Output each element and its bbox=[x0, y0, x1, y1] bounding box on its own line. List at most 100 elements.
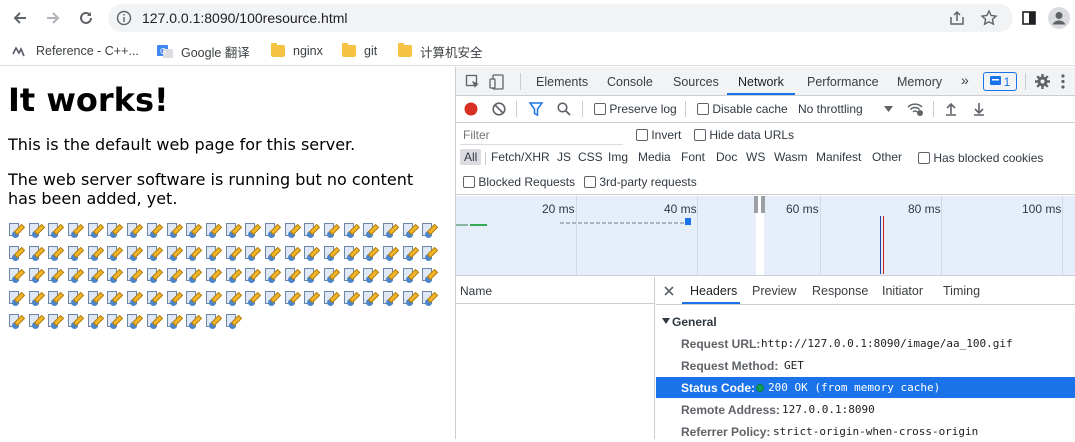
header-row-request-url[interactable]: Request URL: http://127.0.0.1:8090/image… bbox=[656, 333, 1075, 354]
device-toolbar-icon[interactable] bbox=[489, 74, 507, 90]
side-panel-button[interactable] bbox=[1017, 6, 1041, 30]
header-value: 127.0.0.1:8090 bbox=[782, 403, 875, 416]
filter-input[interactable] bbox=[460, 126, 623, 145]
third-party-requests-checkbox[interactable]: 3rd-party requests bbox=[584, 175, 697, 189]
share-icon[interactable] bbox=[948, 9, 966, 27]
page-image-icon bbox=[244, 245, 264, 268]
tab-headers[interactable]: Headers bbox=[690, 284, 737, 298]
export-har-icon[interactable] bbox=[973, 102, 985, 116]
invert-checkbox[interactable]: Invert bbox=[636, 128, 681, 142]
bookmark-google-translate[interactable]: G Google 翻译 bbox=[157, 42, 250, 60]
divider bbox=[582, 101, 583, 117]
profile-button[interactable] bbox=[1047, 6, 1071, 30]
page-paragraph-1: This is the default web page for this se… bbox=[8, 135, 356, 154]
checkbox-box[interactable] bbox=[694, 129, 706, 141]
clear-icon[interactable] bbox=[492, 102, 506, 116]
issues-badge[interactable]: 1 bbox=[983, 72, 1017, 91]
name-column-header[interactable]: Name bbox=[456, 277, 654, 304]
inspect-element-icon[interactable] bbox=[465, 74, 481, 90]
page-image-icon bbox=[205, 245, 225, 268]
header-row-request-method[interactable]: Request Method: GET bbox=[656, 355, 1075, 376]
page-image-icon bbox=[264, 267, 284, 290]
status-green-dot-icon bbox=[756, 384, 764, 392]
bookmark-folder-security[interactable]: 计算机安全 bbox=[398, 42, 483, 60]
bookmark-cpp-reference[interactable]: Reference - C++... bbox=[12, 42, 139, 60]
disable-cache-checkbox[interactable]: Disable cache bbox=[697, 102, 788, 116]
tab-memory[interactable]: Memory bbox=[897, 75, 942, 89]
page-image-icon bbox=[303, 290, 323, 313]
page-image-icon bbox=[185, 267, 205, 290]
filter-type-js[interactable]: JS bbox=[557, 150, 571, 164]
timeline-bar-connect bbox=[456, 224, 468, 226]
tab-elements[interactable]: Elements bbox=[536, 75, 588, 89]
address-bar[interactable]: 127.0.0.1:8090/100resource.html bbox=[108, 4, 1013, 32]
forward-button[interactable] bbox=[41, 6, 65, 30]
filter-type-manifest[interactable]: Manifest bbox=[816, 150, 861, 164]
page-image-icon bbox=[166, 267, 186, 290]
filter-type-media[interactable]: Media bbox=[638, 150, 671, 164]
import-har-icon[interactable] bbox=[945, 102, 957, 116]
throttling-select[interactable]: No throttling bbox=[798, 102, 863, 116]
close-icon[interactable] bbox=[664, 286, 674, 296]
tab-console[interactable]: Console bbox=[607, 75, 653, 89]
tab-preview[interactable]: Preview bbox=[752, 284, 796, 298]
checkbox-box[interactable] bbox=[697, 103, 709, 115]
checkbox-box[interactable] bbox=[463, 176, 475, 188]
checkbox-box[interactable] bbox=[636, 129, 648, 141]
page-image-icon bbox=[185, 290, 205, 313]
checkbox-box[interactable] bbox=[918, 152, 930, 164]
filter-type-doc[interactable]: Doc bbox=[716, 150, 737, 164]
timeline-handle-right[interactable] bbox=[761, 196, 765, 213]
filter-type-wasm[interactable]: Wasm bbox=[774, 150, 808, 164]
tab-timing[interactable]: Timing bbox=[943, 284, 980, 298]
tab-response[interactable]: Response bbox=[812, 284, 868, 298]
page-image-icon bbox=[166, 222, 186, 245]
preserve-log-checkbox[interactable]: Preserve log bbox=[594, 102, 677, 116]
page-image-icon bbox=[303, 222, 323, 245]
general-section-header[interactable]: General bbox=[656, 311, 1075, 332]
reload-button[interactable] bbox=[74, 6, 98, 30]
tab-sources[interactable]: Sources bbox=[673, 75, 719, 89]
more-tabs-button[interactable]: » bbox=[961, 72, 969, 88]
divider bbox=[520, 73, 521, 90]
header-row-status-code[interactable]: Status Code: 200 OK (from memory cache) bbox=[656, 377, 1075, 398]
back-button[interactable] bbox=[8, 6, 32, 30]
blocked-requests-checkbox[interactable]: Blocked Requests bbox=[463, 175, 575, 189]
checkbox-box[interactable] bbox=[594, 103, 606, 115]
filter-type-all[interactable]: All bbox=[460, 149, 482, 165]
settings-gear-icon[interactable] bbox=[1034, 73, 1051, 90]
bookmark-folder-git[interactable]: git bbox=[342, 42, 377, 60]
filter-type-font[interactable]: Font bbox=[681, 150, 705, 164]
search-icon[interactable] bbox=[557, 102, 571, 116]
throttling-value: No throttling bbox=[798, 102, 863, 116]
page-image-icon bbox=[8, 245, 28, 268]
third-party-requests-label: 3rd-party requests bbox=[599, 175, 697, 189]
tab-initiator[interactable]: Initiator bbox=[882, 284, 923, 298]
record-icon[interactable] bbox=[464, 102, 478, 116]
page-image-icon bbox=[284, 245, 304, 268]
header-row-remote-address[interactable]: Remote Address: 127.0.0.1:8090 bbox=[656, 399, 1075, 420]
more-options-icon[interactable] bbox=[1060, 73, 1066, 90]
tab-performance[interactable]: Performance bbox=[807, 75, 879, 89]
filter-type-ws[interactable]: WS bbox=[746, 150, 765, 164]
filter-funnel-icon[interactable] bbox=[529, 102, 543, 116]
page-image-icon bbox=[303, 267, 323, 290]
filter-type-css[interactable]: CSS bbox=[578, 150, 603, 164]
page-image-icon bbox=[8, 267, 28, 290]
bookmark-star-icon[interactable] bbox=[980, 9, 998, 27]
hide-data-urls-checkbox[interactable]: Hide data URLs bbox=[694, 128, 794, 142]
page-image-icon bbox=[343, 290, 363, 313]
site-info-icon[interactable] bbox=[116, 10, 132, 26]
dropdown-arrow-icon[interactable] bbox=[884, 106, 893, 112]
tab-network[interactable]: Network bbox=[738, 75, 784, 89]
filter-type-other[interactable]: Other bbox=[872, 150, 902, 164]
filter-type-fetch-xhr[interactable]: Fetch/XHR bbox=[491, 150, 550, 164]
filter-type-img[interactable]: Img bbox=[608, 150, 628, 164]
bookmark-folder-nginx[interactable]: nginx bbox=[271, 42, 323, 60]
timeline-tick: 80 ms bbox=[908, 202, 941, 216]
network-conditions-icon[interactable] bbox=[906, 101, 924, 117]
network-overview-timeline[interactable]: 20 ms 40 ms 60 ms 80 ms 100 ms bbox=[456, 196, 1075, 276]
has-blocked-cookies-checkbox[interactable]: Has blocked cookies bbox=[918, 151, 1043, 165]
timeline-handle-left[interactable] bbox=[754, 196, 758, 213]
checkbox-box[interactable] bbox=[584, 176, 596, 188]
